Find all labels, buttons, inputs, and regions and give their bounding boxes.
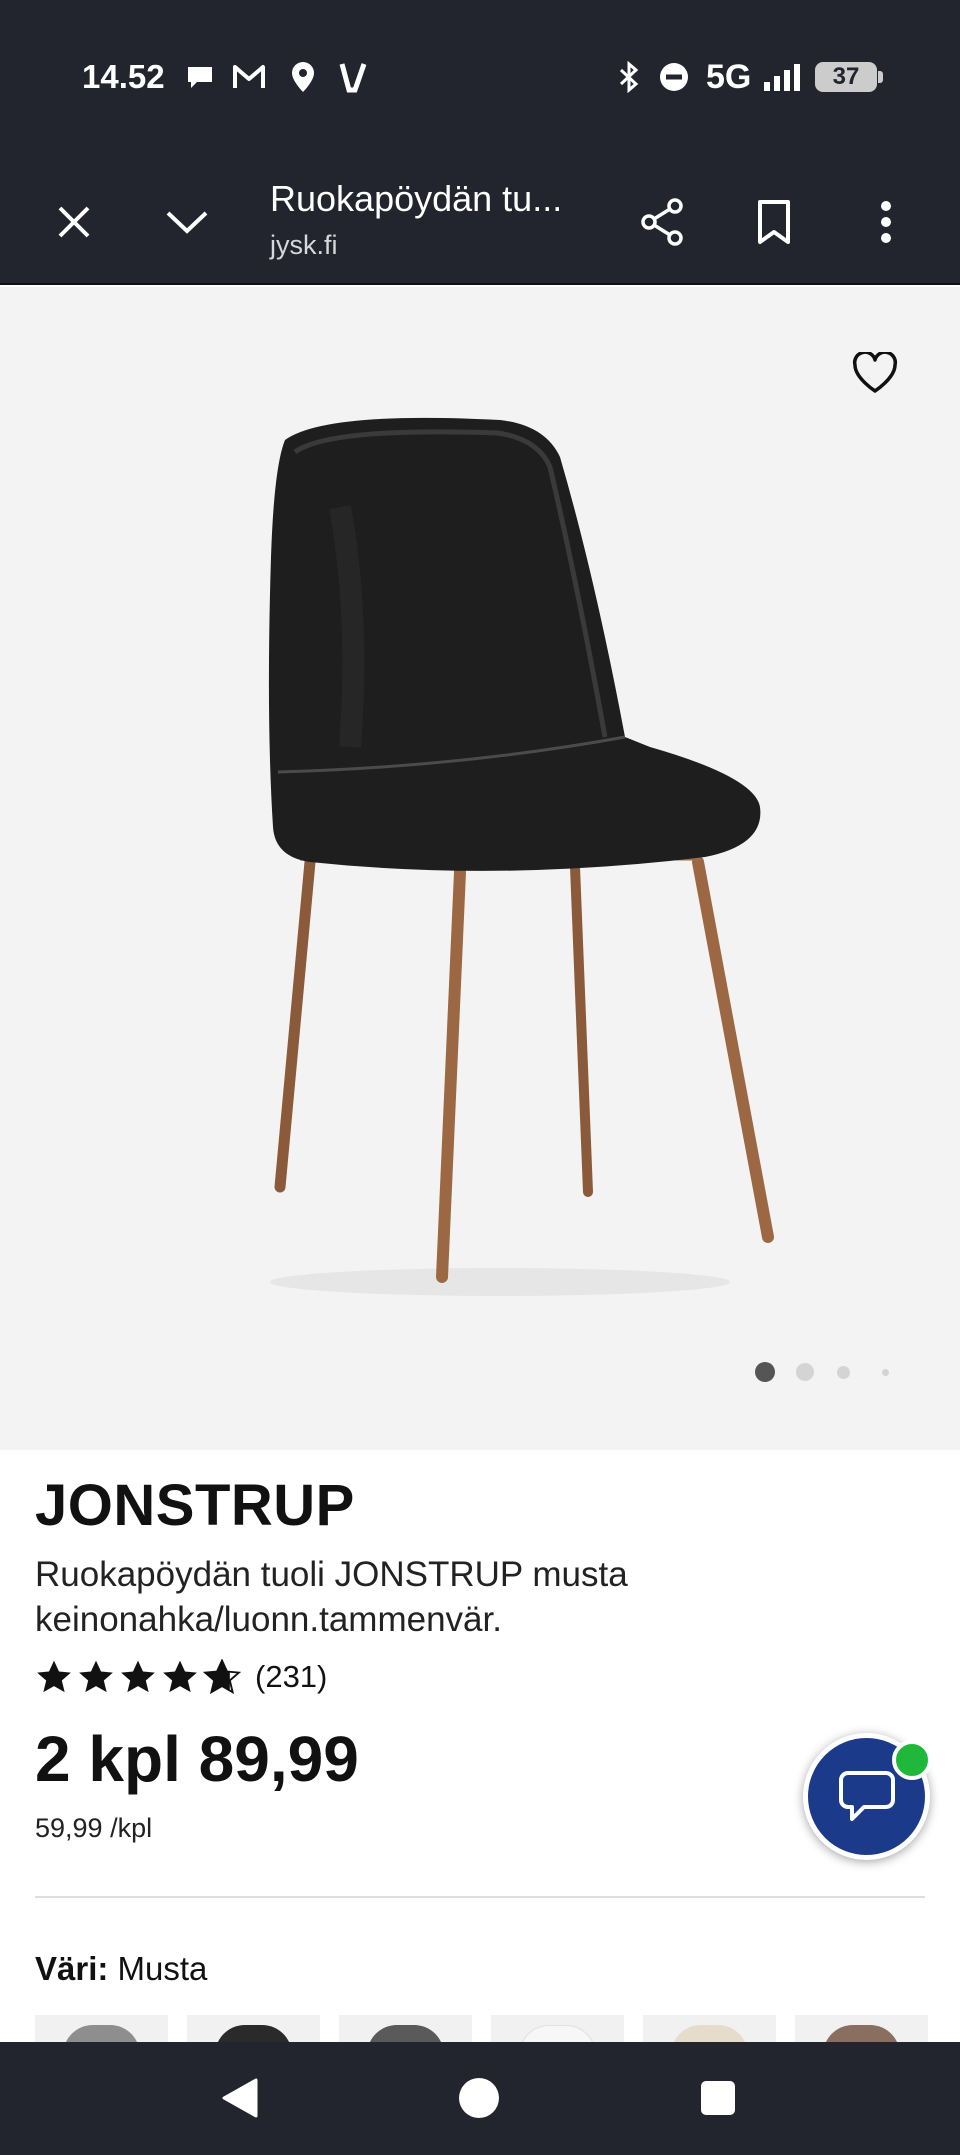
battery-icon: 37: [815, 62, 877, 92]
location-icon: [286, 60, 320, 94]
rating-count[interactable]: (231): [255, 1659, 327, 1695]
heart-icon[interactable]: [852, 350, 902, 402]
share-icon[interactable]: [630, 190, 694, 254]
v-app-icon: [336, 60, 370, 94]
pagination-dot[interactable]: [796, 1363, 814, 1381]
product-image-gallery[interactable]: [0, 287, 960, 1450]
star-icon: [37, 1660, 71, 1693]
more-vert-icon[interactable]: [854, 190, 918, 254]
pagination-dot[interactable]: [837, 1366, 850, 1379]
battery-cap: [878, 71, 883, 83]
page-title[interactable]: Ruokapöydän tu...: [270, 178, 562, 220]
browser-toolbar: Ruokapöydän tu... jysk.fi: [0, 160, 960, 285]
online-status-badge: [892, 1740, 932, 1780]
swatch-brown[interactable]: [795, 2015, 928, 2042]
star-icon: [79, 1660, 113, 1693]
do-not-disturb-icon: [657, 60, 691, 94]
recents-icon[interactable]: [690, 2070, 746, 2126]
product-description: Ruokapöydän tuoli JONSTRUP musta keinona…: [35, 1555, 628, 1639]
color-swatches: [35, 2015, 960, 2042]
color-selection: Väri: Musta: [35, 1950, 207, 1988]
status-bar: 14.52 5G 37: [0, 0, 960, 160]
chair-product-image: [268, 417, 774, 1296]
color-label: Väri:: [35, 1950, 109, 1987]
product-name: JONSTRUP: [35, 1473, 355, 1538]
gmail-icon: [232, 60, 266, 94]
network-type: 5G: [706, 58, 752, 96]
color-value: Musta: [117, 1950, 208, 1987]
chat-bubble-icon: [183, 60, 217, 94]
close-icon[interactable]: [42, 190, 106, 254]
signal-icon: [760, 60, 806, 94]
product-rating[interactable]: (231): [35, 1657, 327, 1697]
swatch-grey[interactable]: [35, 2015, 168, 2042]
pagination-dot[interactable]: [882, 1369, 889, 1376]
swatch-beige[interactable]: [643, 2015, 776, 2042]
chat-icon: [838, 1770, 895, 1821]
bookmark-icon[interactable]: [742, 190, 806, 254]
bluetooth-icon: [612, 60, 646, 94]
pagination-dot-active[interactable]: [755, 1362, 775, 1382]
swatch-white[interactable]: [491, 2015, 624, 2042]
home-icon[interactable]: [451, 2070, 507, 2126]
unit-price: 59,99 /kpl: [35, 1813, 153, 1843]
divider: [35, 1896, 925, 1898]
back-icon[interactable]: [212, 2070, 268, 2126]
rating-stars: [35, 1659, 241, 1695]
swatch-black[interactable]: [187, 2015, 320, 2042]
chevron-down-icon[interactable]: [155, 190, 219, 254]
star-icon: [121, 1660, 155, 1693]
star-icon: [163, 1660, 197, 1693]
status-time: 14.52: [82, 58, 165, 95]
product-price: 2 kpl 89,99: [35, 1723, 359, 1795]
star-partial-icon: [203, 1659, 241, 1695]
system-navigation-bar: [0, 2042, 960, 2155]
swatch-dark-grey[interactable]: [339, 2015, 472, 2042]
page-url[interactable]: jysk.fi: [270, 230, 338, 261]
